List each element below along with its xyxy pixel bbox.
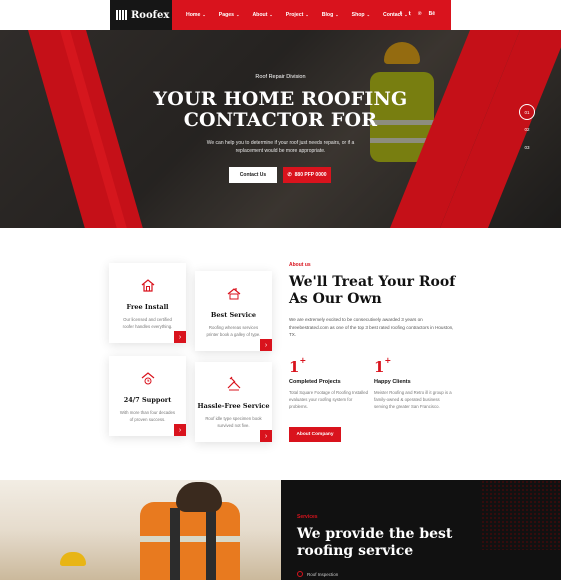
arrow-right-icon[interactable]: › xyxy=(260,339,272,351)
feature-title: Best Service xyxy=(210,311,257,319)
stat-completed-projects: 1+ Completed Projects Total Square Foota… xyxy=(289,355,369,409)
nav-item-blog[interactable]: Blog ⌄ xyxy=(322,12,339,18)
roof-hammer-icon xyxy=(227,376,240,391)
feature-card-free-install: Free Install Our licensed and certified … xyxy=(109,263,186,343)
main-nav: Home ⌄ Pages ⌄ About ⌄ Project ⌄ Blog ⌄ Shop ⌄… xyxy=(172,0,451,30)
facebook-icon[interactable]: f xyxy=(400,11,402,17)
arrow-right-icon[interactable]: › xyxy=(174,331,186,343)
feature-title: 24/7 Support xyxy=(123,396,172,404)
about-description: We are extremely excited to be consecuti… xyxy=(289,317,454,337)
support-house-icon xyxy=(141,372,154,385)
chevron-down-icon: ⌄ xyxy=(305,12,309,17)
slider-pagination: 01 02 03 xyxy=(519,104,535,158)
house-tools-icon xyxy=(141,279,154,292)
hero-eyebrow: Roof Repair Division xyxy=(255,74,306,80)
phone-button[interactable]: ✆ 880 PFP 0000 xyxy=(283,167,331,183)
services-worker-image xyxy=(0,480,281,580)
feature-text: Roof idle type specimen book survived no… xyxy=(205,416,262,428)
services-panel: Services We provide the best roofing ser… xyxy=(281,480,561,580)
contact-us-button[interactable]: Contact Us xyxy=(229,167,277,183)
chevron-down-icon: ⌄ xyxy=(366,12,370,17)
roof-service-icon xyxy=(227,288,240,300)
nav-item-pages[interactable]: Pages ⌄ xyxy=(219,12,240,18)
service-item-roof-inspection[interactable]: Roof Inspection xyxy=(297,571,338,577)
about-eyebrow: About us xyxy=(289,262,311,268)
nav-item-about[interactable]: About ⌄ xyxy=(252,12,272,18)
logo-text: Roofex xyxy=(131,9,170,21)
chevron-down-icon: ⌄ xyxy=(236,12,240,17)
slide-dot-3[interactable]: 03 xyxy=(519,140,535,158)
social-links: f 𝕥 ℗ Bē xyxy=(400,11,435,17)
slide-dot-2[interactable]: 02 xyxy=(519,122,535,140)
site-header: Roofex Home ⌄ Pages ⌄ About ⌄ Project ⌄ Blog… xyxy=(0,0,561,30)
feature-title: Free Install xyxy=(126,303,169,311)
feature-card-best-service: Best Service Roofing whereas services pr… xyxy=(195,271,272,351)
services-section: Services We provide the best roofing ser… xyxy=(0,480,561,580)
chevron-down-icon: ⌄ xyxy=(269,12,273,17)
stat-happy-clients: 1+ Happy Clients Meister Roofing and Ret… xyxy=(374,355,452,409)
chevron-down-icon: ⌄ xyxy=(202,12,206,17)
services-title: We provide the best roofing service xyxy=(297,526,453,559)
feature-text: Roofing whereas services printer book a … xyxy=(206,325,261,337)
nav-item-project[interactable]: Project ⌄ xyxy=(286,12,309,18)
about-company-button[interactable]: About Company xyxy=(289,427,341,442)
logo-icon xyxy=(116,10,128,20)
feature-title: Hassle-Free Service xyxy=(197,402,270,410)
hero-section: Roof Repair Division YOUR HOME ROOFING C… xyxy=(0,30,561,228)
twitter-icon[interactable]: 𝕥 xyxy=(409,11,411,17)
chevron-down-icon: ⌄ xyxy=(335,12,339,17)
inspection-icon xyxy=(297,571,303,577)
logo[interactable]: Roofex xyxy=(110,0,172,30)
pinterest-icon[interactable]: ℗ xyxy=(418,11,422,17)
arrow-right-icon[interactable]: › xyxy=(174,424,186,436)
hero-description: We can help you to determine if your roo… xyxy=(206,140,355,154)
feature-card-24-7-support: 24/7 Support With more than four decades… xyxy=(109,356,186,436)
feature-text: Our licensed and certified roofer handle… xyxy=(122,317,173,329)
nav-item-home[interactable]: Home ⌄ xyxy=(186,12,206,18)
about-title: We'll Treat Your Roof As Our Own xyxy=(289,274,456,307)
feature-text: With more than four decades of proven su… xyxy=(119,410,176,422)
nav-item-shop[interactable]: Shop ⌄ xyxy=(352,12,370,18)
phone-icon: ✆ xyxy=(287,172,292,178)
services-eyebrow: Services xyxy=(297,514,318,520)
behance-icon[interactable]: Bē xyxy=(429,11,435,17)
arrow-right-icon[interactable]: › xyxy=(260,430,272,442)
slide-dot-1[interactable]: 01 xyxy=(519,104,535,120)
hero-title: YOUR HOME ROOFING CONTACTOR FOR xyxy=(153,88,408,131)
feature-card-hassle-free: Hassle-Free Service Roof idle type speci… xyxy=(195,362,272,442)
